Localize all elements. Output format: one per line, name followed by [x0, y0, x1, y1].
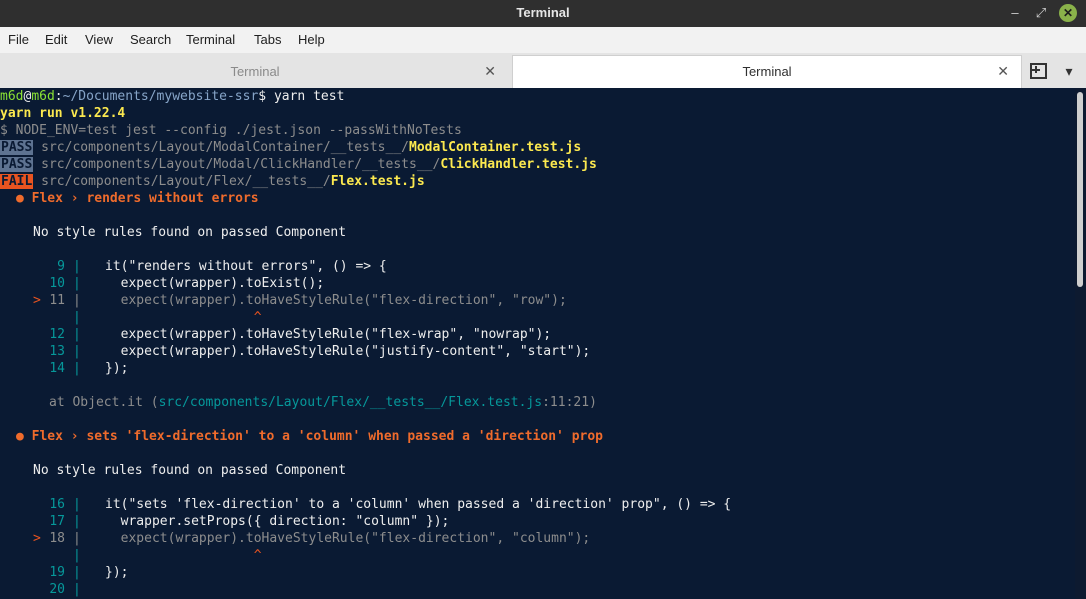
line-number: 11: [49, 293, 65, 308]
window-title: Terminal: [516, 5, 570, 20]
status-badge: PASS: [0, 140, 34, 155]
code-text: expect(wrapper).toHaveStyleRule("flex-di…: [105, 531, 591, 546]
gutter-bar: |: [73, 361, 81, 376]
gutter-bar: |: [73, 497, 81, 512]
menu-edit[interactable]: Edit: [45, 32, 67, 47]
yarn-version-line: yarn run v1.22.4: [0, 106, 126, 121]
prompt-user: m6d: [0, 89, 24, 104]
code-line-error: >11 | expect(wrapper).toHaveStyleRule("fl…: [33, 292, 633, 309]
line-number: 18: [49, 531, 65, 546]
failure-title: ● Flex › renders without errors: [16, 191, 259, 206]
tab-close-icon[interactable]: ✕: [484, 63, 496, 80]
new-tab-icon[interactable]: [1030, 63, 1047, 79]
code-text: });: [105, 565, 129, 580]
test-file: ClickHandler.test.js: [440, 157, 597, 172]
failure-title: ● Flex › sets 'flex-direction' to a 'col…: [16, 429, 603, 444]
line-number: 14: [49, 361, 65, 376]
gutter-bar: |: [73, 344, 81, 359]
tab-label: Terminal: [230, 64, 280, 79]
line-number: 20: [49, 582, 65, 597]
caret-text: ^: [105, 548, 262, 563]
stack-prefix: at Object.it (: [49, 395, 159, 410]
prompt-path: ~/Documents/mywebsite-ssr: [62, 89, 259, 104]
test-dir: src/components/Layout/Flex/__tests__/: [41, 174, 331, 189]
code-text: expect(wrapper).toExist();: [105, 276, 325, 291]
code-text: expect(wrapper).toHaveStyleRule("flex-wr…: [105, 327, 552, 342]
prompt-dollar: $: [258, 89, 274, 104]
code-text: it("sets 'flex-direction' to a 'column' …: [105, 497, 732, 512]
stack-suffix: ): [589, 395, 597, 410]
gutter-bar: |: [73, 259, 81, 274]
scrollbar-thumb[interactable]: [1077, 92, 1083, 287]
tab-terminal-2[interactable]: Terminal ✕: [512, 55, 1022, 89]
terminal-output[interactable]: m6d@m6d:~/Documents/mywebsite-ssr$ yarn …: [0, 88, 1075, 599]
tab-close-icon[interactable]: ✕: [997, 63, 1009, 80]
chevron-down-icon[interactable]: ▾: [1060, 62, 1078, 80]
line-number: 13: [49, 344, 65, 359]
test-result-row: FAIL src/components/Layout/Flex/__tests_…: [0, 173, 425, 190]
line-number: 9: [57, 259, 65, 274]
gutter-bar: |: [73, 276, 81, 291]
code-text: wrapper.setProps({ direction: "column" }…: [105, 514, 450, 529]
stack-path[interactable]: src/components/Layout/Flex/__tests__/Fle…: [159, 395, 543, 410]
stack-location: :11:21: [542, 395, 590, 410]
status-badge: FAIL: [0, 174, 34, 189]
menu-tabs[interactable]: Tabs: [254, 32, 281, 47]
gutter-bar: |: [73, 565, 81, 580]
test-file: ModalContainer.test.js: [409, 140, 582, 155]
title-bar: Terminal – ⤢ ✕: [0, 0, 1086, 27]
status-badge: PASS: [0, 157, 34, 172]
gutter-bar: |: [73, 531, 81, 546]
code-text: });: [105, 361, 129, 376]
menu-help[interactable]: Help: [298, 32, 325, 47]
stack-trace-line: at Object.it (src/components/Layout/Flex…: [49, 394, 597, 411]
menu-view[interactable]: View: [85, 32, 113, 47]
prompt-command: yarn test: [273, 89, 345, 104]
code-line-error: >18 | expect(wrapper).toHaveStyleRule("fl…: [33, 530, 733, 547]
line-number: 17: [49, 514, 65, 529]
gutter-bar: |: [73, 548, 81, 563]
prompt-sep: :: [54, 89, 63, 104]
close-icon[interactable]: ✕: [1059, 4, 1077, 22]
menu-file[interactable]: File: [8, 32, 29, 47]
gutter-bar: |: [73, 310, 81, 325]
menu-terminal[interactable]: Terminal: [186, 32, 235, 47]
line-number: 10: [49, 276, 65, 291]
tab-label: Terminal: [742, 64, 792, 79]
line-number: 12: [49, 327, 65, 342]
gutter-bar: |: [73, 514, 81, 529]
test-dir: src/components/Layout/ModalContainer/__t…: [41, 140, 409, 155]
terminal-scrollbar[interactable]: [1075, 88, 1086, 599]
tab-bar: Terminal ✕ Terminal ✕ ▾: [0, 53, 1086, 89]
menu-bar: File Edit View Search Terminal Tabs Help: [0, 27, 1086, 53]
test-file: Flex.test.js: [330, 174, 425, 189]
maximize-icon[interactable]: ⤢: [1032, 4, 1050, 22]
prompt-line: m6d@m6d:~/Documents/mywebsite-ssr$ yarn …: [0, 88, 344, 105]
line-number: 16: [49, 497, 65, 512]
code-text: expect(wrapper).toHaveStyleRule("flex-di…: [105, 293, 567, 308]
code-text: expect(wrapper).toHaveStyleRule("justify…: [105, 344, 591, 359]
caret-text: ^: [105, 310, 262, 325]
test-dir: src/components/Layout/Modal/ClickHandler…: [41, 157, 441, 172]
minimize-icon[interactable]: –: [1006, 4, 1024, 22]
gutter-bar: |: [73, 327, 81, 342]
line-number: 19: [49, 565, 65, 580]
gutter-bar: |: [73, 582, 81, 597]
tab-terminal-1[interactable]: Terminal ✕: [2, 56, 508, 87]
code-text: it("renders without errors", () => {: [105, 259, 387, 274]
failure-message: No style rules found on passed Component: [33, 225, 347, 240]
failure-message: No style rules found on passed Component: [33, 463, 347, 478]
jest-command-line: $ NODE_ENV=test jest --config ./jest.jso…: [0, 123, 462, 138]
menu-search[interactable]: Search: [130, 32, 171, 47]
test-result-row: PASS src/components/Layout/ModalContaine…: [0, 139, 581, 156]
prompt-host: m6d: [31, 89, 55, 104]
test-result-row: PASS src/components/Layout/Modal/ClickHa…: [0, 156, 597, 173]
gutter-bar: |: [73, 293, 81, 308]
